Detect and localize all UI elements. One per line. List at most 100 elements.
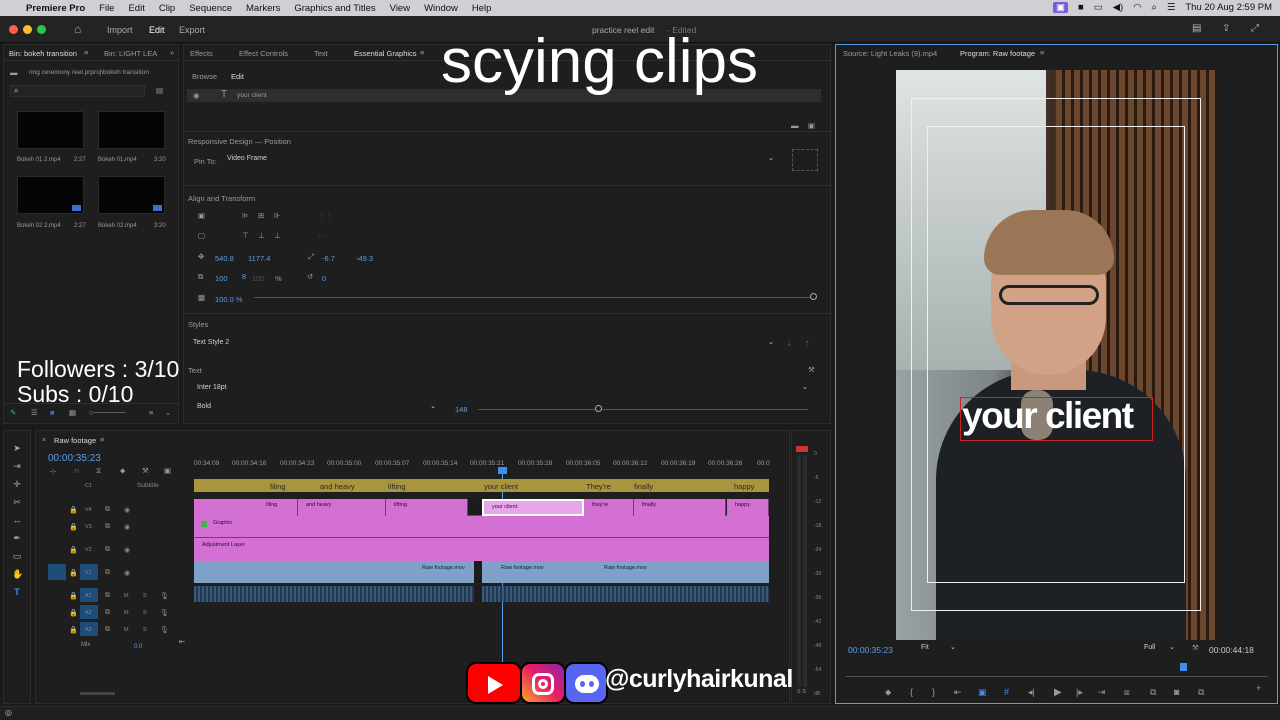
position-x[interactable]: 540.8 [215, 254, 234, 263]
razor-icon[interactable]: ✂ [12, 497, 22, 507]
add-marker-icon[interactable]: ⬥ [885, 687, 891, 698]
menu-icon[interactable]: ≡ [84, 48, 88, 57]
sync-lock-icon[interactable]: ⧉ [105, 626, 110, 634]
style-select[interactable]: Text Style 2 ⌄ [188, 338, 778, 350]
eye-icon[interactable]: ◉ [193, 91, 200, 100]
wifi-icon[interactable]: ◠ [1133, 2, 1141, 13]
eye-icon[interactable]: ◉ [124, 506, 130, 514]
sync-lock-icon[interactable]: ⧉ [105, 506, 110, 514]
anchor-x[interactable]: -6.7 [322, 254, 335, 263]
extract-icon[interactable]: ⧉ [1150, 687, 1156, 698]
tab-text[interactable]: Text [314, 49, 328, 58]
add-marker-icon[interactable]: ⬥ [120, 466, 125, 476]
opacity-slider-handle[interactable] [810, 293, 817, 300]
icon-view-icon[interactable]: ■ [50, 408, 55, 417]
distribute-v-icon[interactable]: ⋯ [318, 231, 326, 240]
tab-export[interactable]: Export [179, 25, 205, 35]
distribute-icon[interactable]: ⋮⋮ [318, 211, 333, 220]
microphone-icon[interactable]: 🎙 [160, 592, 169, 600]
horizontal-scrollbar[interactable] [80, 692, 115, 695]
subtitle-item[interactable]: and heavy [320, 482, 355, 491]
timeline-timecode[interactable]: 00:00:35:23 [48, 453, 101, 464]
hand-icon[interactable]: ✋ [12, 569, 23, 579]
new-bin-icon[interactable]: ▤ [156, 86, 163, 95]
freeform-view-icon[interactable]: ▦ [69, 408, 76, 417]
menu-markers[interactable]: Markers [246, 3, 280, 14]
microphone-icon[interactable]: 🎙 [160, 609, 169, 617]
bolt-icon[interactable]: ■ [1078, 2, 1084, 13]
mark-in-icon[interactable]: { [910, 687, 913, 697]
lock-icon[interactable]: 🔒 [69, 523, 78, 531]
subtitle-item[interactable]: your client [484, 482, 518, 491]
solo-button[interactable]: S [143, 627, 147, 633]
subtitle-item[interactable]: lifting [388, 482, 406, 491]
subtitle-item[interactable]: filing [270, 482, 285, 491]
opacity-slider[interactable] [254, 297, 814, 298]
tab-bin-light[interactable]: Bin: LIGHT LEA [104, 49, 157, 58]
align-frame-icon[interactable]: ▢ [198, 231, 205, 240]
comparison-icon[interactable]: ▣ [978, 687, 987, 698]
playback-scrubber[interactable] [846, 676, 1268, 677]
program-video-frame[interactable]: your client [896, 70, 1218, 640]
settings-icon[interactable]: ⚒ [142, 466, 149, 475]
sync-lock-icon[interactable]: ⧉ [105, 546, 110, 554]
snap-icon[interactable]: ⊹ [50, 467, 56, 476]
close-window-button[interactable] [9, 25, 18, 34]
clock[interactable]: Thu 20 Aug 2:59 PM [1185, 2, 1272, 13]
track-select-icon[interactable]: ⇥ [12, 461, 22, 471]
pin-grid-icon[interactable] [792, 149, 818, 171]
clip-thumbnail[interactable] [17, 111, 84, 149]
v1-clip-label[interactable]: Raw footage.mov [604, 565, 647, 571]
align-left-icon[interactable]: ⊫ [242, 211, 249, 220]
v1-clip-label[interactable]: Raw footage.mov [422, 565, 465, 571]
folder-icon[interactable]: ▬ [791, 121, 799, 130]
clip-thumbnail[interactable] [17, 176, 84, 214]
track-label[interactable]: V4 [85, 507, 92, 513]
menu-icon[interactable]: ≡ [100, 435, 104, 444]
lock-icon[interactable]: 🔒 [69, 609, 78, 617]
menu-app[interactable]: Premiere Pro [26, 3, 85, 14]
volume-icon[interactable]: ◀) [1113, 2, 1123, 13]
go-to-in-icon[interactable]: ⇤ [954, 687, 962, 698]
align-selection-icon[interactable]: ▣ [198, 211, 205, 220]
sync-lock-icon[interactable]: ⧉ [105, 523, 110, 531]
font-size-slider-handle[interactable] [595, 405, 602, 412]
scale-value[interactable]: 100 [215, 274, 228, 283]
chevron-down-icon[interactable]: ⌄ [165, 408, 171, 417]
zoom-select[interactable]: Fit ⌄ [918, 643, 958, 655]
workspaces-icon[interactable]: ▤ [1192, 23, 1201, 34]
playhead-marker[interactable] [1180, 663, 1187, 671]
magnet-icon[interactable]: ∩ [74, 466, 79, 475]
menu-file[interactable]: File [99, 3, 114, 14]
source-patch-v1[interactable] [48, 564, 66, 580]
type-tool-icon[interactable]: T [12, 587, 22, 597]
caption-clip[interactable]: and heavy [298, 499, 386, 516]
menu-clip[interactable]: Clip [159, 3, 175, 14]
caption-clip[interactable]: lifting. [386, 499, 468, 516]
lock-icon[interactable]: 🔒 [69, 506, 78, 514]
zoom-slider[interactable]: ○────── [89, 408, 125, 417]
lock-icon[interactable]: 🔒 [69, 592, 78, 600]
menu-edit[interactable]: Edit [128, 3, 144, 14]
sync-lock-icon[interactable]: ⧉ [105, 592, 110, 600]
mark-out-icon[interactable]: } [932, 687, 935, 697]
weight-select[interactable]: Bold ⌄ [192, 402, 440, 414]
share-icon[interactable]: ⇪ [1222, 23, 1230, 34]
captions-icon[interactable]: ▣ [164, 466, 171, 475]
menu-view[interactable]: View [390, 3, 410, 14]
eye-icon[interactable]: ◉ [124, 569, 130, 577]
menu-window[interactable]: Window [424, 3, 458, 14]
menu-icon[interactable]: ≡ [420, 48, 424, 57]
meter-solo-label[interactable]: S S [797, 689, 806, 695]
fullscreen-icon[interactable]: ⤢ [1251, 23, 1259, 34]
playhead-handle[interactable] [498, 467, 507, 474]
anchor-y[interactable]: -49.3 [356, 254, 373, 263]
align-middle-icon[interactable]: ⊥ [258, 231, 265, 240]
lift-icon[interactable]: ⧈ [1124, 687, 1130, 698]
font-size-slider[interactable] [478, 409, 808, 410]
new-layer-icon[interactable]: ▣ [808, 121, 815, 130]
align-bottom-icon[interactable]: ⊥ [274, 231, 281, 240]
rectangle-icon[interactable]: ▭ [12, 551, 22, 561]
eye-icon[interactable]: ◉ [124, 546, 130, 554]
tab-effect-controls[interactable]: Effect Controls [239, 49, 288, 58]
